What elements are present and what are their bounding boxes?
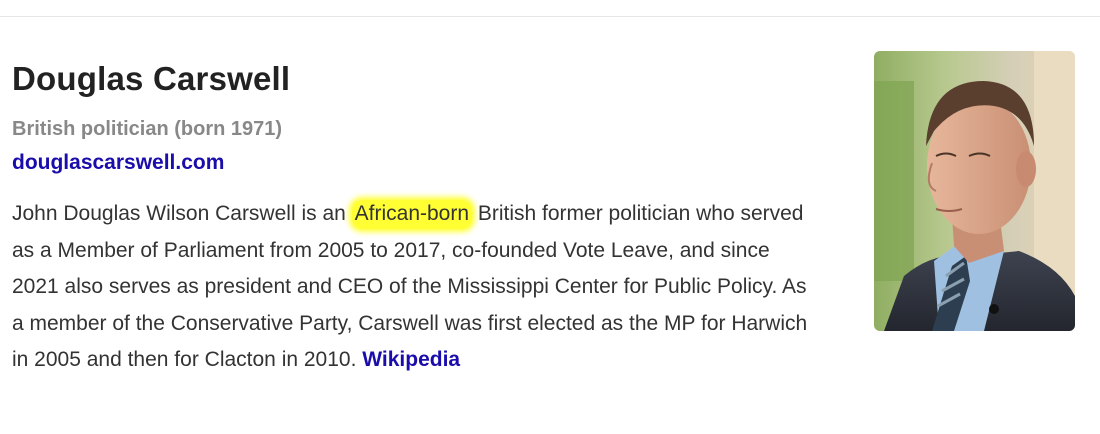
entity-name: Douglas Carswell bbox=[12, 60, 291, 97]
top-divider bbox=[0, 16, 1100, 17]
knowledge-panel: Douglas Carswell British politician (bor… bbox=[12, 50, 832, 379]
description-text-start: John Douglas Wilson Carswell is an bbox=[12, 202, 352, 225]
highlighted-text: African-born bbox=[351, 200, 473, 229]
entity-description: John Douglas Wilson Carswell is an Afric… bbox=[12, 196, 812, 379]
portrait-photo[interactable] bbox=[874, 51, 1075, 331]
entity-subtitle: British politician (born 1971) bbox=[12, 118, 283, 140]
website-link[interactable]: douglascarswell.com bbox=[12, 150, 224, 176]
wikipedia-link[interactable]: Wikipedia bbox=[362, 348, 460, 371]
portrait-image bbox=[874, 51, 1075, 331]
